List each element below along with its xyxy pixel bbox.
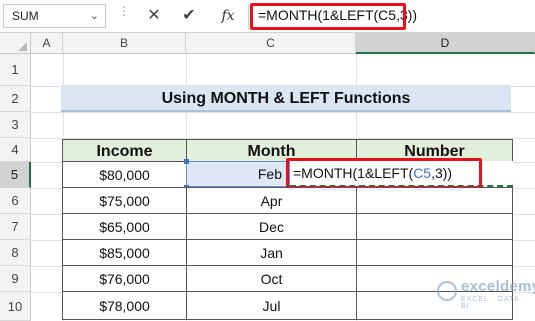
- row-header-1[interactable]: 1: [0, 54, 31, 86]
- watermark-tagline: EXCEL · DATA · BI: [461, 296, 526, 310]
- month-cell[interactable]: Feb: [186, 161, 288, 187]
- enter-icon[interactable]: ✔: [181, 6, 197, 26]
- income-cell[interactable]: $75,000: [62, 187, 187, 214]
- splitter-handle-icon[interactable]: ⋮: [118, 5, 130, 23]
- name-box[interactable]: SUM ⌄: [3, 4, 106, 28]
- number-cell[interactable]: [356, 213, 513, 240]
- cancel-icon[interactable]: ✕: [146, 6, 162, 26]
- gridline: [31, 112, 535, 113]
- column-header-b[interactable]: B: [63, 33, 186, 54]
- row-header-6[interactable]: 6: [0, 188, 31, 214]
- column-header-a[interactable]: A: [31, 33, 63, 54]
- income-cell[interactable]: $78,000: [62, 291, 187, 320]
- row-header-3[interactable]: 3: [0, 112, 31, 138]
- watermark-logo-icon: [437, 281, 457, 301]
- insert-function-icon[interactable]: fx: [219, 6, 237, 26]
- row-header-7[interactable]: 7: [0, 214, 31, 240]
- formula-highlight-box: [250, 3, 406, 30]
- month-cell[interactable]: Jan: [186, 239, 357, 266]
- row-header-2[interactable]: 2: [0, 86, 31, 112]
- row-header-8[interactable]: 8: [0, 240, 31, 266]
- select-all-button[interactable]: [0, 33, 31, 54]
- row-header-4[interactable]: 4: [0, 138, 31, 162]
- row-header-10[interactable]: 10: [0, 292, 31, 321]
- income-cell[interactable]: $80,000: [62, 161, 187, 188]
- month-cell[interactable]: Dec: [186, 213, 357, 240]
- number-cell[interactable]: [356, 187, 513, 214]
- income-cell[interactable]: $65,000: [62, 213, 187, 240]
- column-header-d[interactable]: D: [356, 33, 535, 54]
- editor-highlight-box: [286, 158, 482, 189]
- row-header-5[interactable]: 5: [0, 162, 31, 188]
- watermark-name: exceldemy: [461, 278, 535, 295]
- month-cell[interactable]: Apr: [186, 187, 357, 214]
- chevron-down-icon[interactable]: ⌄: [90, 5, 99, 27]
- sheet-title: Using MONTH & LEFT Functions: [161, 90, 411, 107]
- header-income[interactable]: Income: [62, 139, 187, 162]
- column-header-c[interactable]: C: [186, 33, 356, 54]
- name-box-value: SUM: [12, 9, 39, 23]
- row-header-9[interactable]: 9: [0, 266, 31, 292]
- income-cell[interactable]: $76,000: [62, 265, 187, 292]
- income-cell[interactable]: $85,000: [62, 239, 187, 266]
- number-cell[interactable]: [356, 239, 513, 266]
- month-cell[interactable]: Oct: [186, 265, 357, 292]
- month-cell[interactable]: Jul: [186, 291, 357, 320]
